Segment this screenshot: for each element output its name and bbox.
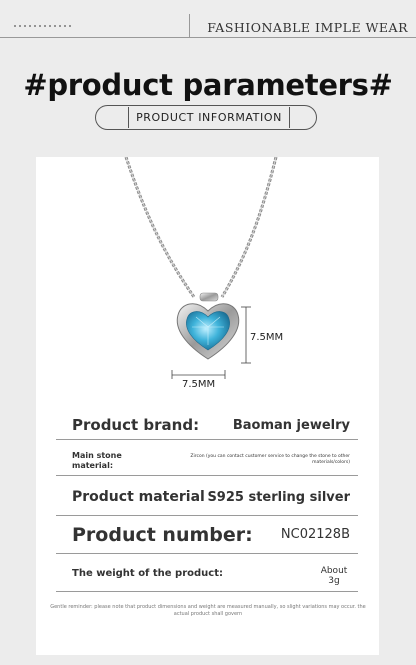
spec-value: NC02128B: [280, 527, 350, 542]
spec-row-number: Product number: NC02128B: [56, 516, 358, 554]
spec-label: Product material: [72, 489, 205, 505]
row-divider: [56, 591, 358, 592]
page-title: #product parameters#: [23, 68, 393, 102]
spec-value: Baoman jewelry: [232, 418, 350, 433]
spec-row-stone: Main stone material: Zircon (you can con…: [56, 440, 358, 476]
spec-label: Product number:: [72, 524, 253, 546]
brand-slogan: FASHIONABLE IMPLE WEAR: [207, 20, 408, 35]
width-dimension-label: 7.5MM: [182, 379, 216, 390]
spec-row-brand: Product brand: Baoman jewelry: [56, 410, 358, 440]
spec-value: Zircon (you can contact customer service…: [190, 454, 350, 465]
spec-value: S925 sterling silver: [207, 490, 350, 505]
spec-label: The weight of the product:: [72, 568, 224, 579]
height-dimension-label: 7.5MM: [250, 332, 284, 343]
spec-row-weight: The weight of the product: About 3g: [56, 554, 358, 592]
top-bar: FASHIONABLE IMPLE WEAR: [0, 0, 416, 40]
divider: [189, 14, 190, 38]
top-rule: [0, 37, 416, 38]
section-subtitle: PRODUCT INFORMATION: [128, 107, 290, 128]
spec-value: About 3g: [320, 566, 348, 586]
dots-decoration: [14, 25, 71, 27]
spec-row-material: Product material S925 sterling silver: [56, 476, 358, 516]
gentle-reminder: Gentle reminder: please note that produc…: [50, 604, 366, 617]
spec-label: Product brand:: [72, 416, 200, 434]
necklace-image: [124, 157, 278, 379]
spec-label: Main stone material:: [72, 451, 122, 470]
